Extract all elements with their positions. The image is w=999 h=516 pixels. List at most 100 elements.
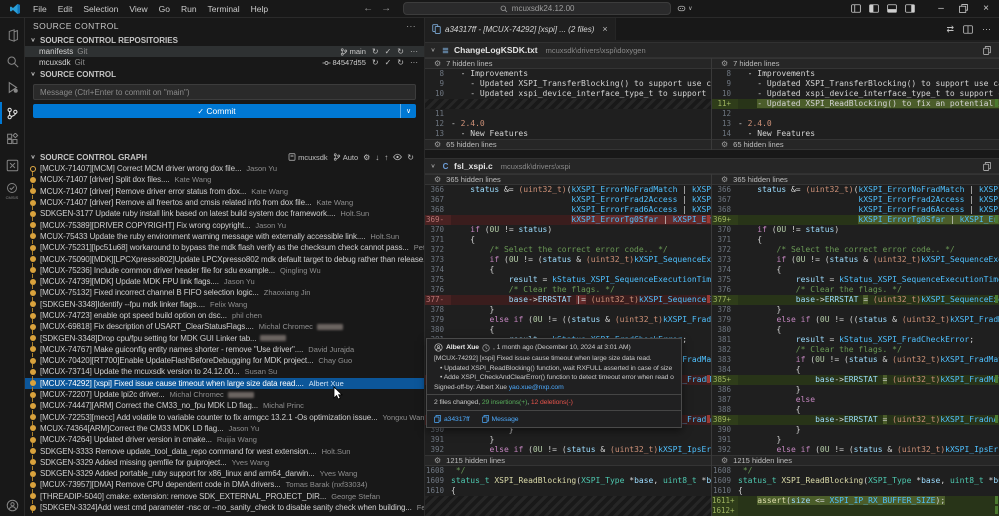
commit-item[interactable]: SDKGEN-3329 Added missing gemfile for gu… bbox=[25, 457, 424, 468]
commit-hash-link[interactable]: a34317ff bbox=[434, 415, 470, 423]
code-row[interactable]: 389+ base->ERRSTAT = (uint32_t)kXSPI_Fra… bbox=[712, 415, 999, 425]
hidden-lines-bar[interactable]: ⚙1215 hidden lines bbox=[425, 455, 711, 466]
code-row[interactable]: 8 - Improvements bbox=[425, 69, 711, 79]
pull-icon[interactable]: ↓ bbox=[375, 153, 379, 162]
code-row[interactable]: 12- 2.4.0 bbox=[425, 119, 711, 129]
minimize-button[interactable]: – bbox=[932, 3, 950, 14]
expand-hidden-icon[interactable]: ⚙ bbox=[434, 59, 441, 68]
menu-go[interactable]: Go bbox=[154, 2, 175, 16]
back-icon[interactable]: ← bbox=[363, 3, 373, 14]
commit-item[interactable]: [MCUX-74292] [xspi] Fixed issue cause ti… bbox=[25, 378, 424, 389]
code-row[interactable]: 370 if (0U != status) bbox=[712, 225, 999, 235]
copy-path-icon[interactable] bbox=[983, 46, 991, 55]
x-extension-icon[interactable] bbox=[0, 152, 25, 178]
code-row[interactable]: 1608 */ bbox=[712, 466, 999, 476]
code-row[interactable]: 10 - Updated xspi_device_interface_type_… bbox=[712, 89, 999, 99]
menu-view[interactable]: View bbox=[124, 2, 152, 16]
expand-hidden-icon[interactable]: ⚙ bbox=[721, 175, 728, 184]
run-debug-icon[interactable] bbox=[0, 74, 25, 100]
commit-item[interactable]: [MCUX-72207] Update lpi2c driver...Micha… bbox=[25, 389, 424, 400]
code-row[interactable]: 391 } bbox=[425, 435, 711, 445]
toggle-panel-icon[interactable] bbox=[887, 4, 897, 13]
code-row[interactable]: 371 { bbox=[425, 235, 711, 245]
commit-check-icon[interactable]: ✓ bbox=[385, 58, 392, 67]
hidden-lines-bar[interactable]: ⚙365 hidden lines bbox=[712, 174, 999, 185]
restore-button[interactable] bbox=[959, 4, 968, 13]
toggle-sidebar-icon[interactable] bbox=[869, 4, 879, 13]
code-row[interactable]: 378 } bbox=[425, 305, 711, 315]
refresh-icon[interactable]: ↻ bbox=[397, 47, 404, 56]
code-row[interactable]: 380 { bbox=[425, 325, 711, 335]
menu-edit[interactable]: Edit bbox=[53, 2, 78, 16]
code-row[interactable]: 374 { bbox=[425, 265, 711, 275]
code-row[interactable]: 369+ kXSPI_ErrorTg0Sfar | kXSPI_ErrorTg1… bbox=[712, 215, 999, 225]
sync-icon[interactable]: ↻ bbox=[372, 58, 379, 67]
code-row[interactable]: 373 if (0U != (status & (uint32_t)kXSPI_… bbox=[712, 255, 999, 265]
commit-item[interactable]: [SDKGEN-3348]Drop cpu/fpu setting for MD… bbox=[25, 332, 424, 343]
code-row[interactable]: 1608 */ bbox=[425, 466, 711, 476]
commit-item[interactable]: [SDKGEN-3348]Identify --fpu mdk linker f… bbox=[25, 299, 424, 310]
commit-dropdown[interactable]: ∨ bbox=[400, 104, 416, 118]
commit-item[interactable]: MCUX-71407 [driver] Remove driver error … bbox=[25, 186, 424, 197]
commit-check-icon[interactable]: ✓ bbox=[385, 47, 392, 56]
explorer-icon[interactable] bbox=[0, 22, 25, 48]
commit-item[interactable]: SDKGEN-3177 Update ruby install link bas… bbox=[25, 208, 424, 219]
commit-item[interactable]: [MCUX-75236] Include common driver heade… bbox=[25, 265, 424, 276]
commit-item[interactable]: [MCUX-75389][DRIVER COPYRIGHT] Fix wrong… bbox=[25, 219, 424, 230]
commit-item[interactable]: [MCUX-69818] Fix description of USART_Cl… bbox=[25, 321, 424, 332]
code-row[interactable]: 371 { bbox=[712, 235, 999, 245]
command-center-search[interactable]: mcuxsdk24.12.00 bbox=[403, 2, 671, 15]
code-row[interactable]: 372 /* Select the correct error code.. *… bbox=[712, 245, 999, 255]
source-control-section-header[interactable]: ∨ SOURCE CONTROL bbox=[25, 68, 424, 80]
commit-item[interactable]: [MCUX-71407][MCM] Correct MCM driver wro… bbox=[25, 163, 424, 174]
hidden-lines-bar[interactable]: ⚙1215 hidden lines bbox=[712, 455, 999, 466]
copy-path-icon[interactable] bbox=[983, 162, 991, 171]
commit-item[interactable]: [SDKGEN-3324]Add west cmd parameter -nsc… bbox=[25, 502, 424, 513]
commit-item[interactable]: MCUX-75433 Update the ruby environment w… bbox=[25, 231, 424, 242]
fetch-icon[interactable]: ⚙ bbox=[363, 153, 370, 162]
code-row[interactable]: 380 { bbox=[712, 325, 999, 335]
commit-item[interactable]: [THREADIP-5040] cmake: extension: remove… bbox=[25, 491, 424, 502]
code-row[interactable]: 368 kXSPI_ErrorFrad6Access | kXSPI_Error… bbox=[712, 205, 999, 215]
commit-item[interactable]: SDKGEN-3333 Remove update_tool_data_repo… bbox=[25, 445, 424, 456]
code-row[interactable]: 382 /* Clear the flags. */ bbox=[712, 345, 999, 355]
hidden-lines-bar[interactable]: ⚙365 hidden lines bbox=[425, 174, 711, 185]
code-row[interactable]: 1609status_t XSPI_ReadBlocking(XSPI_Type… bbox=[712, 476, 999, 486]
graph-ref-picker[interactable]: Auto bbox=[333, 153, 358, 162]
code-row[interactable]: 366 status &= (uint32_t)(kXSPI_ErrorNoFr… bbox=[712, 185, 999, 195]
code-row[interactable]: 9 - Updated XSPI_TransferBlocking() to s… bbox=[712, 79, 999, 89]
code-row[interactable]: 1612+ bbox=[712, 506, 999, 516]
commit-item[interactable]: MCUX-74364[ARM]Correct the CM33 MDK LD f… bbox=[25, 423, 424, 434]
search-icon[interactable] bbox=[0, 48, 25, 74]
code-row[interactable]: 386 } bbox=[712, 385, 999, 395]
code-row[interactable]: 10 - Updated xspi_device_interface_type_… bbox=[425, 89, 711, 99]
commit-item[interactable]: [MCUX-70420][RT700]Enable UpdateFlashBef… bbox=[25, 355, 424, 366]
code-row[interactable]: 1610{ bbox=[425, 486, 711, 496]
commit-item[interactable]: MCUX-71407 [driver] Split dox files....K… bbox=[25, 174, 424, 185]
code-row[interactable]: 390 } bbox=[712, 425, 999, 435]
hidden-lines-bar[interactable]: ⚙65 hidden lines bbox=[712, 139, 999, 150]
commit-item[interactable]: [MCUX-75231][lpc51u68] workaround to byp… bbox=[25, 242, 424, 253]
email-link[interactable]: yao.xue@nxp.com bbox=[509, 384, 564, 391]
code-row[interactable]: 1609status_t XSPI_ReadBlocking(XSPI_Type… bbox=[425, 476, 711, 486]
copilot-menu[interactable]: ∨ bbox=[677, 4, 692, 13]
hidden-lines-bar[interactable]: ⚙7 hidden lines bbox=[425, 58, 711, 69]
menu-terminal[interactable]: Terminal bbox=[203, 2, 245, 16]
eye-icon[interactable] bbox=[393, 153, 402, 161]
code-row[interactable]: 377+ base->ERRSTAT = (uint32_t)kXSPI_Seq… bbox=[712, 295, 999, 305]
refresh-icon[interactable]: ↻ bbox=[407, 153, 414, 162]
commit-item[interactable]: [MCUX-73957][DMA] Remove CPU dependent c… bbox=[25, 479, 424, 490]
tab-multi-diff[interactable]: a34317ff - [MCUX-74292] [xspi] ... (2 fi… bbox=[425, 18, 616, 40]
repo-row-mcuxsdk[interactable]: mcuxsdkGit84547d55↻✓↻··· bbox=[25, 57, 424, 68]
code-row[interactable]: 375 result = kStatus_XSPI_SequenceExecut… bbox=[712, 275, 999, 285]
commit-item[interactable]: SDKGEN-3329 Added portable_ruby support … bbox=[25, 468, 424, 479]
code-row[interactable]: 13 - New Features bbox=[425, 129, 711, 139]
code-row[interactable]: 13- 2.4.0 bbox=[712, 119, 999, 129]
code-row[interactable]: 11 bbox=[425, 109, 711, 119]
commit-item[interactable]: [MCUX-75090][MDK][LPCXpresso802]Update L… bbox=[25, 253, 424, 264]
code-row[interactable]: 375 result = kStatus_XSPI_SequenceExecut… bbox=[425, 275, 711, 285]
swap-diff-icon[interactable]: ⇄ bbox=[946, 24, 954, 35]
code-row[interactable]: 367 kXSPI_ErrorFrad2Access | kXSPI_Error… bbox=[712, 195, 999, 205]
code-row[interactable]: 379 else if (0U != ((status & (uint32_t)… bbox=[712, 315, 999, 325]
code-row[interactable]: 11+ - Updated XSPI_ReadBlocking() to fix… bbox=[712, 99, 999, 109]
